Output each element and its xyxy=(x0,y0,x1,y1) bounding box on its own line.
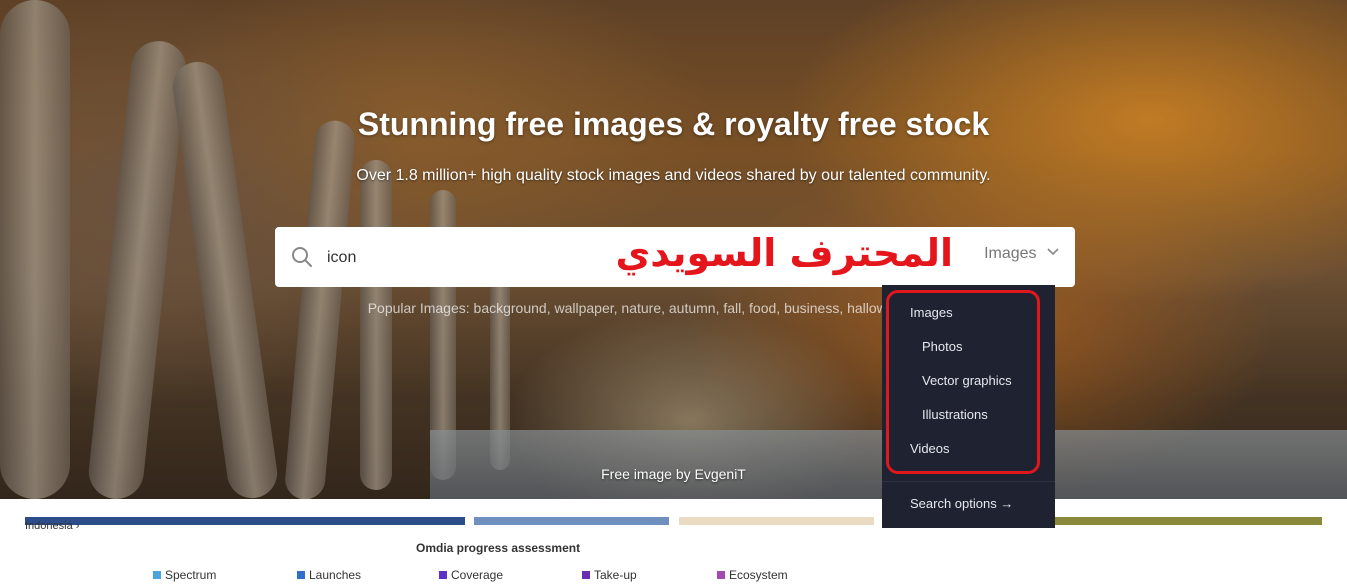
search-options-link[interactable]: Search options → xyxy=(910,496,1013,511)
legend-item-coverage: Coverage xyxy=(439,568,503,582)
legend-swatch xyxy=(582,571,590,579)
watermark-text: المحترف السويدي xyxy=(615,231,953,275)
legend-swatch xyxy=(717,571,725,579)
legend-swatch xyxy=(297,571,305,579)
legend-swatch xyxy=(153,571,161,579)
omdia-title: Omdia progress assessment xyxy=(416,541,581,555)
legend-item-take-up: Take-up xyxy=(582,568,637,582)
thumbnail-4[interactable] xyxy=(1055,517,1322,525)
hero-title: Stunning free images & royalty free stoc… xyxy=(357,106,990,142)
thumbnail-1[interactable] xyxy=(25,517,465,525)
search-icon[interactable] xyxy=(290,245,314,269)
search-bar[interactable]: المحترف السويدي Images xyxy=(275,227,1075,287)
thumbnail-label: Indonesia › xyxy=(25,520,80,532)
media-type-label: Images xyxy=(984,245,1037,262)
chevron-down-icon xyxy=(1047,248,1059,256)
image-credit[interactable]: Free image by EvgeniT xyxy=(0,466,1347,482)
hero-subtitle: Over 1.8 million+ high quality stock ima… xyxy=(356,167,991,184)
legend-swatch xyxy=(439,571,447,579)
media-type-select[interactable]: Images xyxy=(984,245,1059,263)
thumbnail-2[interactable] xyxy=(474,517,669,525)
dropdown-divider xyxy=(882,481,1055,482)
legend-item-spectrum: Spectrum xyxy=(153,568,216,582)
legend-item-ecosystem: Ecosystem xyxy=(717,568,788,582)
thumbnail-3[interactable] xyxy=(679,517,874,525)
highlight-frame xyxy=(886,290,1040,474)
legend-item-launches: Launches xyxy=(297,568,361,582)
